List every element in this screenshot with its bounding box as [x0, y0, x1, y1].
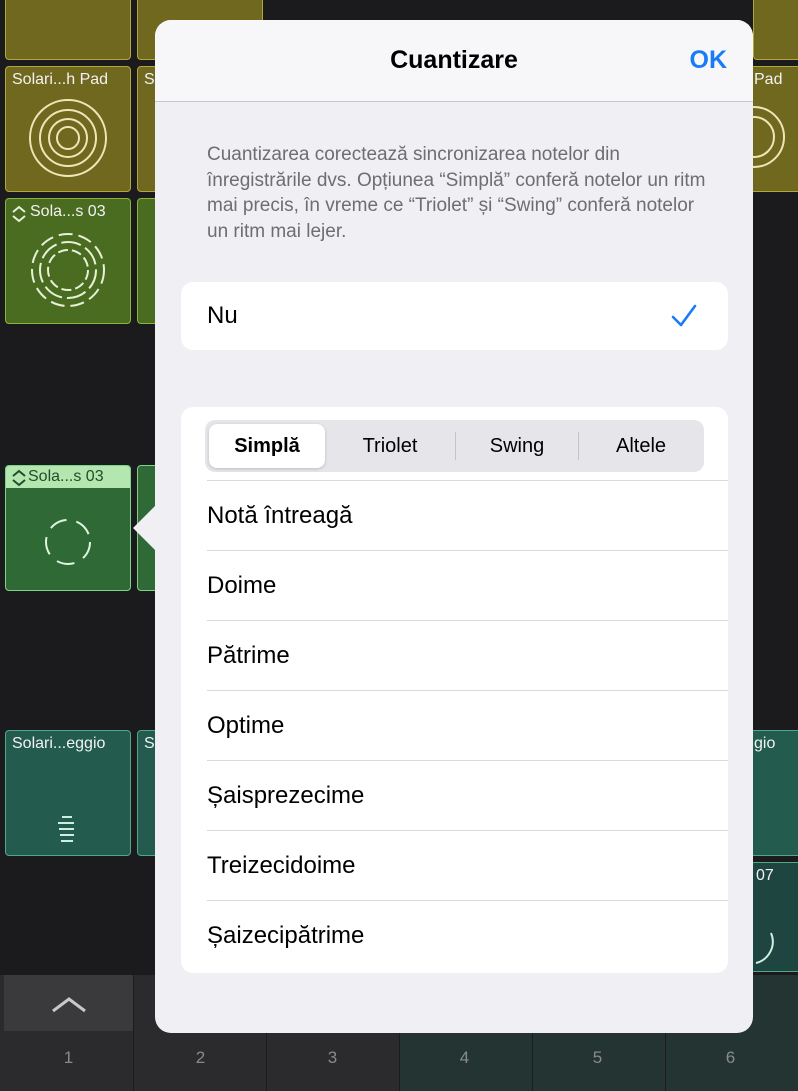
option-whole-note[interactable]: Notă întreagă: [207, 480, 728, 550]
loop-waveform-icon: [29, 99, 107, 177]
option-label: Pătrime: [207, 642, 290, 669]
column-number[interactable]: 6: [664, 1048, 797, 1068]
checkmark-icon: [671, 304, 697, 327]
cell-solaris-arpeggio[interactable]: Solari...eggio: [5, 730, 131, 856]
cell-label: gio: [754, 735, 776, 752]
popover-nav-bar: Cuantizare OK: [155, 20, 753, 102]
option-thirty-second-note[interactable]: Treizecidoime: [207, 830, 728, 900]
column-number[interactable]: 2: [134, 1048, 267, 1068]
cell-label: S: [144, 735, 155, 752]
column-number[interactable]: 5: [531, 1048, 664, 1068]
option-label: Șaisprezecime: [207, 782, 365, 809]
cell-label: S: [144, 71, 155, 88]
popover-arrow: [133, 506, 155, 550]
loop-waveform-icon: [58, 816, 74, 842]
loop-waveform-icon: [31, 233, 105, 307]
column-divider: [133, 975, 134, 1091]
segment-altele[interactable]: Altele: [581, 424, 701, 468]
option-sixty-fourth-note[interactable]: Șaizecipătrime: [207, 900, 728, 970]
cell-top-1[interactable]: [5, 0, 131, 60]
option-label: Optime: [207, 712, 285, 739]
segment-divider: [578, 432, 579, 460]
option-half-note[interactable]: Doime: [207, 550, 728, 620]
option-label: Treizecidoime: [207, 852, 356, 879]
collapse-button[interactable]: [4, 975, 134, 1031]
popover-title: Cuantizare: [390, 46, 518, 74]
option-label: Șaizecipătrime: [207, 922, 365, 949]
option-none-row[interactable]: Nu: [181, 282, 728, 350]
cell-top-6[interactable]: [753, 0, 798, 60]
quantize-popover: Cuantizare OK Cuantizarea corectează sin…: [155, 20, 753, 1033]
cell-solaris-03[interactable]: Sola...s 03: [5, 198, 131, 324]
option-none-label: Nu: [207, 302, 238, 329]
quantize-description: Cuantizarea corectează sincronizarea not…: [207, 144, 706, 242]
option-sixteenth-note[interactable]: Șaisprezecime: [207, 760, 728, 830]
cell-solaris-pad[interactable]: Solari...h Pad: [5, 66, 131, 192]
cell-solaris-03-playing[interactable]: Sola...s 03: [5, 465, 131, 591]
ok-button[interactable]: OK: [690, 46, 728, 75]
chevron-up-icon: [52, 997, 86, 1013]
option-quarter-note[interactable]: Pătrime: [207, 620, 728, 690]
option-label: Doime: [207, 572, 277, 599]
segment-swing[interactable]: Swing: [457, 424, 577, 468]
quantize-options-card: Simplă Triolet Swing Altele Notă întreag…: [181, 407, 728, 973]
quantize-type-segmented-control[interactable]: Simplă Triolet Swing Altele: [205, 420, 704, 472]
option-label: Notă întreagă: [207, 502, 353, 529]
option-eighth-note[interactable]: Optime: [207, 690, 728, 760]
segment-divider: [455, 432, 456, 460]
column-number[interactable]: 1: [2, 1048, 135, 1068]
segment-simpla[interactable]: Simplă: [209, 424, 325, 468]
loop-waveform-icon: [45, 519, 91, 565]
column-number[interactable]: 4: [398, 1048, 531, 1068]
column-number[interactable]: 3: [266, 1048, 399, 1068]
segment-triolet[interactable]: Triolet: [329, 424, 451, 468]
